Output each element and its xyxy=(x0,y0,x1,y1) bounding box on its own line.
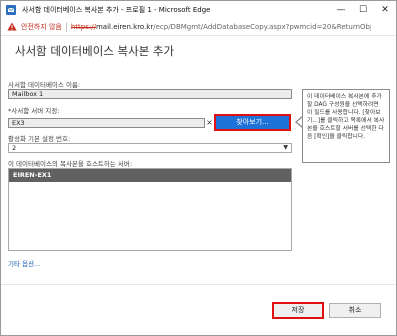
activation-value: 2 xyxy=(12,144,17,152)
warning-icon[interactable] xyxy=(7,22,17,31)
minimize-button[interactable]: — xyxy=(330,1,352,18)
db-name-label: 사서함 데이터베이스 이름: xyxy=(8,81,81,89)
activation-label: 활성화 기본 설정 번호: xyxy=(8,135,71,143)
maximize-button[interactable]: ☐ xyxy=(352,1,374,18)
page-title: 사서함 데이터베이스 복사본 추가 xyxy=(15,44,175,58)
url-text[interactable]: https://mail.eiren.kro.kr/ecp/DBMgmt/Add… xyxy=(71,23,371,31)
close-button[interactable]: ✕ xyxy=(374,1,396,18)
list-item[interactable]: EIREN-EX1 xyxy=(9,169,291,182)
help-callout: 이 데이터베이스 복사본에 추가할 DAG 구성원을 선택하려면 이 필드를 사… xyxy=(302,89,390,163)
cancel-button-label: 취소 xyxy=(348,306,362,314)
chevron-down-icon: ▼ xyxy=(283,144,288,151)
save-button[interactable]: 저장 xyxy=(272,302,324,319)
exchange-app-icon xyxy=(6,4,16,15)
cancel-button[interactable]: 취소 xyxy=(329,303,381,318)
hosting-servers-list[interactable]: EIREN-EX1 xyxy=(8,168,292,251)
window-controls: — ☐ ✕ xyxy=(330,1,396,18)
url-domain: mail.eiren.kro.kr xyxy=(95,22,154,31)
browser-window: 사서함 데이터베이스 복사본 추가 - 프로필 1 - Microsoft Ed… xyxy=(0,0,397,336)
title-bar: 사서함 데이터베이스 복사본 추가 - 프로필 1 - Microsoft Ed… xyxy=(1,1,396,18)
save-button-label: 저장 xyxy=(291,306,305,314)
url-path: /ecp/DBMgmt/AddDatabaseCopy.aspx?pwmcid=… xyxy=(153,22,371,31)
browse-button-label: 찾아보기... xyxy=(236,118,269,126)
url-protocol: https:// xyxy=(70,22,96,31)
footer-divider xyxy=(1,284,396,285)
activation-select[interactable]: 2 ▼ xyxy=(8,143,292,153)
hosting-servers-label: 이 데이터베이스의 복사본을 호스트하는 서버: xyxy=(8,160,133,168)
address-bar[interactable]: 안전하지 않음 https://mail.eiren.kro.kr/ecp/DB… xyxy=(1,18,396,36)
server-label: *사서함 서버 지정: xyxy=(8,107,60,115)
clear-icon[interactable]: × xyxy=(205,118,214,128)
more-options-link[interactable]: 기타 옵션... xyxy=(8,258,40,268)
window-title: 사서함 데이터베이스 복사본 추가 - 프로필 1 - Microsoft Ed… xyxy=(22,5,211,14)
server-field[interactable]: EX3 xyxy=(8,118,205,128)
db-name-field: Mailbox 1 xyxy=(8,89,292,99)
browse-button[interactable]: 찾아보기... xyxy=(214,114,291,131)
address-divider xyxy=(65,21,67,32)
callout-text: 이 데이터베이스 복사본에 추가할 DAG 구성원을 선택하려면 이 필드를 사… xyxy=(307,94,385,140)
not-secure-label[interactable]: 안전하지 않음 xyxy=(21,22,62,32)
